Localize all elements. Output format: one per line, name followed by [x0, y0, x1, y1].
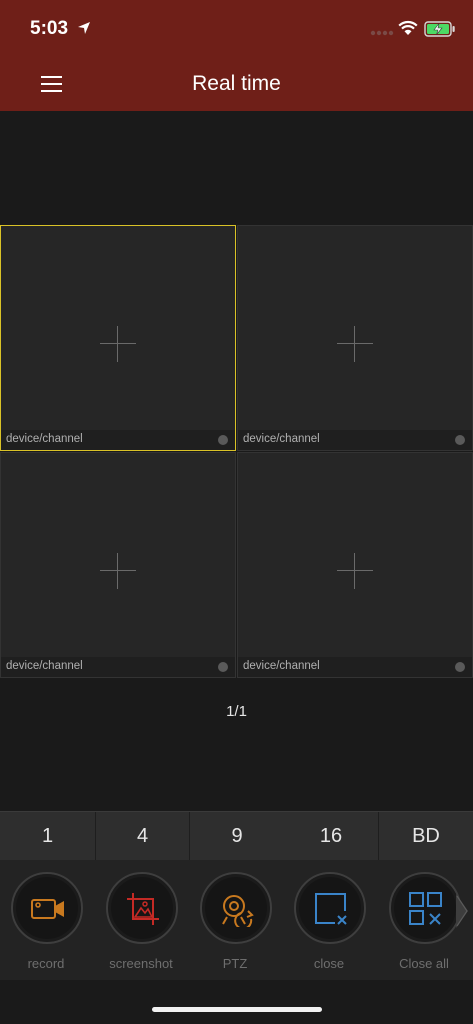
close-all-grid-icon: [409, 892, 442, 925]
status-time: 5:03: [30, 18, 69, 39]
bottom-safe-area: [0, 980, 473, 1024]
location-arrow-icon: [78, 22, 90, 34]
cell-footer: device/channel: [1, 430, 235, 450]
image-capture-icon: [127, 893, 159, 925]
cell-label: device/channel: [6, 660, 83, 672]
close-ring: [294, 872, 366, 944]
cell-label: device/channel: [243, 433, 320, 445]
add-plus-icon[interactable]: [337, 553, 373, 589]
cell-footer: device/channel: [1, 657, 235, 677]
screenshot-ring: [106, 872, 178, 944]
close-all-button[interactable]: Close all: [384, 872, 464, 976]
close-button[interactable]: close: [289, 872, 369, 976]
status-dot-icon: [455, 435, 465, 445]
split-selector: 1 4 9 16 BD: [0, 811, 473, 860]
battery-charging-icon: [424, 21, 455, 37]
status-bar: 5:03: [0, 0, 473, 60]
navigation-bar: Real time: [0, 60, 473, 111]
cell-footer: device/channel: [238, 430, 472, 450]
close-window-icon: [315, 893, 347, 925]
ptz-button[interactable]: PTZ: [195, 872, 275, 976]
screenshot-label: screenshot: [109, 956, 173, 971]
page-title: Real time: [192, 72, 281, 95]
record-ring: [11, 872, 83, 944]
split-4-button[interactable]: 4: [96, 812, 189, 860]
home-indicator[interactable]: [152, 1007, 322, 1012]
status-dot-icon: [218, 662, 228, 672]
split-1-button[interactable]: 1: [0, 812, 95, 860]
status-dot-icon: [455, 662, 465, 672]
ptz-label: PTZ: [222, 956, 248, 971]
top-spacer: [0, 111, 473, 225]
close-all-ring: [389, 872, 461, 944]
wifi-icon: [398, 20, 418, 35]
video-cell-4[interactable]: device/channel: [237, 452, 473, 678]
ptz-rotate-icon: [222, 895, 254, 927]
split-16-button[interactable]: 16: [284, 812, 378, 860]
video-cell-2[interactable]: device/channel: [237, 225, 473, 451]
cell-footer: device/channel: [238, 657, 472, 677]
screenshot-button[interactable]: screenshot: [101, 872, 181, 976]
add-plus-icon[interactable]: [100, 553, 136, 589]
video-camera-icon: [31, 899, 64, 919]
record-button[interactable]: record: [6, 872, 86, 976]
record-label: record: [27, 956, 65, 971]
video-grid: device/channel device/channel device/cha…: [0, 225, 473, 679]
cell-label: device/channel: [243, 660, 320, 672]
cell-label: device/channel: [6, 433, 83, 445]
add-plus-icon[interactable]: [337, 326, 373, 362]
video-cell-3[interactable]: device/channel: [0, 452, 236, 678]
split-bd-button[interactable]: BD: [379, 812, 473, 860]
close-label: close: [313, 956, 345, 971]
page-indicator: 1/1: [226, 703, 247, 720]
video-cell-1[interactable]: device/channel: [0, 225, 236, 451]
split-9-button[interactable]: 9: [190, 812, 284, 860]
status-dot-icon: [218, 435, 228, 445]
action-toolbar: record screenshot PTZ close Close all: [0, 860, 473, 980]
chevron-right-icon[interactable]: [454, 892, 470, 930]
close-all-label: Close all: [399, 956, 449, 971]
add-plus-icon[interactable]: [100, 326, 136, 362]
ptz-ring: [200, 872, 272, 944]
signal-dots-icon: [370, 30, 394, 36]
